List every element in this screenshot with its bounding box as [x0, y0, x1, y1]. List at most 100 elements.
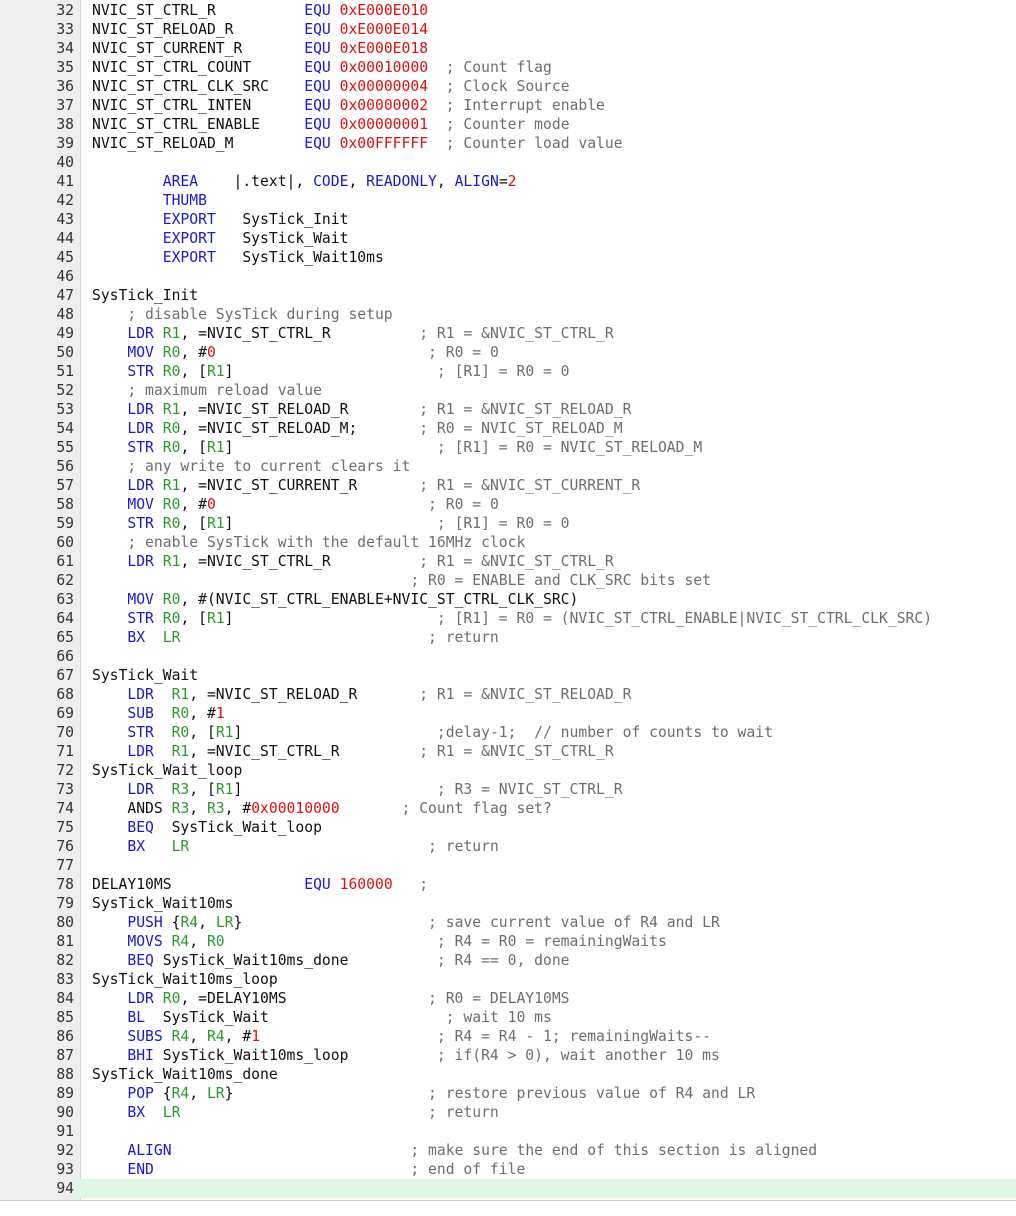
- code-line[interactable]: 70 STR R0, [R1] ;delay-1; // number of c…: [0, 723, 1016, 742]
- code-keyword: LDR: [127, 743, 154, 760]
- code-keyword: EQU: [304, 78, 331, 95]
- code-line[interactable]: 74 ANDS R3, R3, #0x00010000 ; Count flag…: [0, 799, 1016, 818]
- code-line[interactable]: 44 EXPORT SysTick_Wait: [0, 229, 1016, 248]
- code-text: ]: [224, 515, 437, 532]
- code-line[interactable]: 41 AREA |.text|, CODE, READONLY, ALIGN=2: [0, 172, 1016, 191]
- line-number: 78: [56, 876, 74, 893]
- code-line[interactable]: 42 THUMB: [0, 191, 1016, 210]
- code-line[interactable]: 49 LDR R1, =NVIC_ST_CTRL_R ; R1 = &NVIC_…: [0, 324, 1016, 343]
- code-line[interactable]: 56 ; any write to current clears it: [0, 457, 1016, 476]
- code-line[interactable]: 55 STR R0, [R1] ; [R1] = R0 = NVIC_ST_RE…: [0, 438, 1016, 457]
- code-line[interactable]: 32 NVIC_ST_CTRL_R EQU 0xE000E010: [0, 1, 1016, 20]
- code-line[interactable]: 82 BEQ SysTick_Wait10ms_done ; R4 == 0, …: [0, 951, 1016, 970]
- line-number: 40: [56, 154, 74, 171]
- code-line[interactable]: 40: [0, 153, 1016, 172]
- line-number: 83: [56, 971, 74, 988]
- code-line[interactable]: 60 ; enable SysTick with the default 16M…: [0, 533, 1016, 552]
- code-line[interactable]: 76 BX LR ; return: [0, 837, 1016, 856]
- code-line[interactable]: 62 ; R0 = ENABLE and CLK_SRC bits set: [0, 571, 1016, 590]
- code-line[interactable]: 36 NVIC_ST_CTRL_CLK_SRC EQU 0x00000004 ; …: [0, 77, 1016, 96]
- code-line[interactable]: 63 MOV R0, #(NVIC_ST_CTRL_ENABLE+NVIC_ST…: [0, 590, 1016, 609]
- code-line[interactable]: 86 SUBS R4, R4, #1 ; R4 = R4 - 1; remain…: [0, 1027, 1016, 1046]
- code-editor[interactable]: 32 NVIC_ST_CTRL_R EQU 0xE000E010 33 NVIC_ST…: [0, 0, 1016, 1200]
- code-line[interactable]: 43 EXPORT SysTick_Init: [0, 210, 1016, 229]
- code-line[interactable]: 87 BHI SysTick_Wait10ms_loop ; if(R4 > 0…: [0, 1046, 1016, 1065]
- code-line[interactable]: 46: [0, 267, 1016, 286]
- code-line[interactable]: 68 LDR R1, =NVIC_ST_RELOAD_R ; R1 = &NVI…: [0, 685, 1016, 704]
- code-line[interactable]: 93 END ; end of file: [0, 1160, 1016, 1179]
- code-text: ]: [224, 363, 437, 380]
- code-line[interactable]: 77: [0, 856, 1016, 875]
- code-line[interactable]: 50 MOV R0, #0 ; R0 = 0: [0, 343, 1016, 362]
- code-keyword: EQU: [304, 97, 331, 114]
- code-line[interactable]: 39 NVIC_ST_RELOAD_M EQU 0x00FFFFFF ; Coun…: [0, 134, 1016, 153]
- code-line[interactable]: 92 ALIGN ; make sure the end of this sec…: [0, 1141, 1016, 1160]
- code-text: SysTick_Wait10ms: [215, 249, 384, 266]
- code-line[interactable]: 47 SysTick_Init: [0, 286, 1016, 305]
- code-register: R1: [162, 477, 181, 494]
- code-comment: ; maximum reload value: [127, 382, 322, 399]
- code-line[interactable]: 59 STR R0, [R1] ; [R1] = R0 = 0: [0, 514, 1016, 533]
- code-line[interactable]: 35 NVIC_ST_CTRL_COUNT EQU 0x00010000 ; Co…: [0, 58, 1016, 77]
- code-line[interactable]: 67 SysTick_Wait: [0, 666, 1016, 685]
- code-line[interactable]: 71 LDR R1, =NVIC_ST_CTRL_R ; R1 = &NVIC_…: [0, 742, 1016, 761]
- code-line[interactable]: 48 ; disable SysTick during setup: [0, 305, 1016, 324]
- code-keyword: MOV: [127, 344, 154, 361]
- code-text: SysTick_Wait: [92, 667, 199, 684]
- code-line[interactable]: 80 PUSH {R4, LR} ; save current value of…: [0, 913, 1016, 932]
- code-line[interactable]: 54 LDR R0, =NVIC_ST_RELOAD_M; ; R0 = NVI…: [0, 419, 1016, 438]
- line-number: 93: [56, 1161, 74, 1178]
- code-line[interactable]: 51 STR R0, [R1] ; [R1] = R0 = 0: [0, 362, 1016, 381]
- horizontal-scrollbar[interactable]: [0, 1200, 1016, 1216]
- line-number: 89: [56, 1085, 74, 1102]
- code-line[interactable]: 91: [0, 1122, 1016, 1141]
- code-line[interactable]: 52 ; maximum reload value: [0, 381, 1016, 400]
- code-text: SysTick_Wait10ms_loop: [153, 1047, 437, 1064]
- code-line[interactable]: 58 MOV R0, #0 ; R0 = 0: [0, 495, 1016, 514]
- code-line[interactable]: 57 LDR R1, =NVIC_ST_CURRENT_R ; R1 = &NV…: [0, 476, 1016, 495]
- current-code-line[interactable]: 94: [0, 1179, 1016, 1198]
- code-line[interactable]: 75 BEQ SysTick_Wait_loop: [0, 818, 1016, 837]
- code-text: , =NVIC_ST_CTRL_R: [189, 743, 420, 760]
- code-line[interactable]: 72 SysTick_Wait_loop: [0, 761, 1016, 780]
- code-line[interactable]: 88 SysTick_Wait10ms_done: [0, 1065, 1016, 1084]
- code-text: ]: [233, 781, 437, 798]
- code-text: SysTick_Init: [215, 211, 349, 228]
- code-line[interactable]: 69 SUB R0, #1: [0, 704, 1016, 723]
- code-line[interactable]: 89 POP {R4, LR} ; restore previous value…: [0, 1084, 1016, 1103]
- code-content: SysTick_Wait10ms_done: [92, 1065, 278, 1084]
- code-line[interactable]: 79 SysTick_Wait10ms: [0, 894, 1016, 913]
- code-line[interactable]: 37 NVIC_ST_CTRL_INTEN EQU 0x00000002 ; In…: [0, 96, 1016, 115]
- code-line[interactable]: 64 STR R0, [R1] ; [R1] = R0 = (NVIC_ST_C…: [0, 609, 1016, 628]
- code-line[interactable]: 83 SysTick_Wait10ms_loop: [0, 970, 1016, 989]
- code-line[interactable]: 61 LDR R1, =NVIC_ST_CTRL_R ; R1 = &NVIC_…: [0, 552, 1016, 571]
- code-line[interactable]: 45 EXPORT SysTick_Wait10ms: [0, 248, 1016, 267]
- code-line[interactable]: 34 NVIC_ST_CURRENT_R EQU 0xE000E018: [0, 39, 1016, 58]
- code-register: R1: [206, 515, 225, 532]
- code-keyword: MOV: [127, 496, 154, 513]
- code-line[interactable]: 84 LDR R0, =DELAY10MS ; R0 = DELAY10MS: [0, 989, 1016, 1008]
- code-line[interactable]: 73 LDR R3, [R1] ; R3 = NVIC_ST_CTRL_R: [0, 780, 1016, 799]
- line-number: 77: [56, 857, 74, 874]
- code-line[interactable]: 81 MOVS R4, R0 ; R4 = R0 = remainingWait…: [0, 932, 1016, 951]
- code-line[interactable]: 65 BX LR ; return: [0, 628, 1016, 647]
- code-line[interactable]: 53 LDR R1, =NVIC_ST_RELOAD_R ; R1 = &NVI…: [0, 400, 1016, 419]
- code-line[interactable]: 85 BL SysTick_Wait ; wait 10 ms: [0, 1008, 1016, 1027]
- code-text: , #: [180, 496, 207, 513]
- code-line[interactable]: 78 DELAY10MS EQU 160000 ;: [0, 875, 1016, 894]
- code-line[interactable]: 90 BX LR ; return: [0, 1103, 1016, 1122]
- code-line[interactable]: 66: [0, 647, 1016, 666]
- code-line[interactable]: 33 NVIC_ST_RELOAD_R EQU 0xE000E014: [0, 20, 1016, 39]
- code-keyword: POP: [127, 1085, 154, 1102]
- code-line[interactable]: 38 NVIC_ST_CTRL_ENABLE EQU 0x00000001 ; C…: [0, 115, 1016, 134]
